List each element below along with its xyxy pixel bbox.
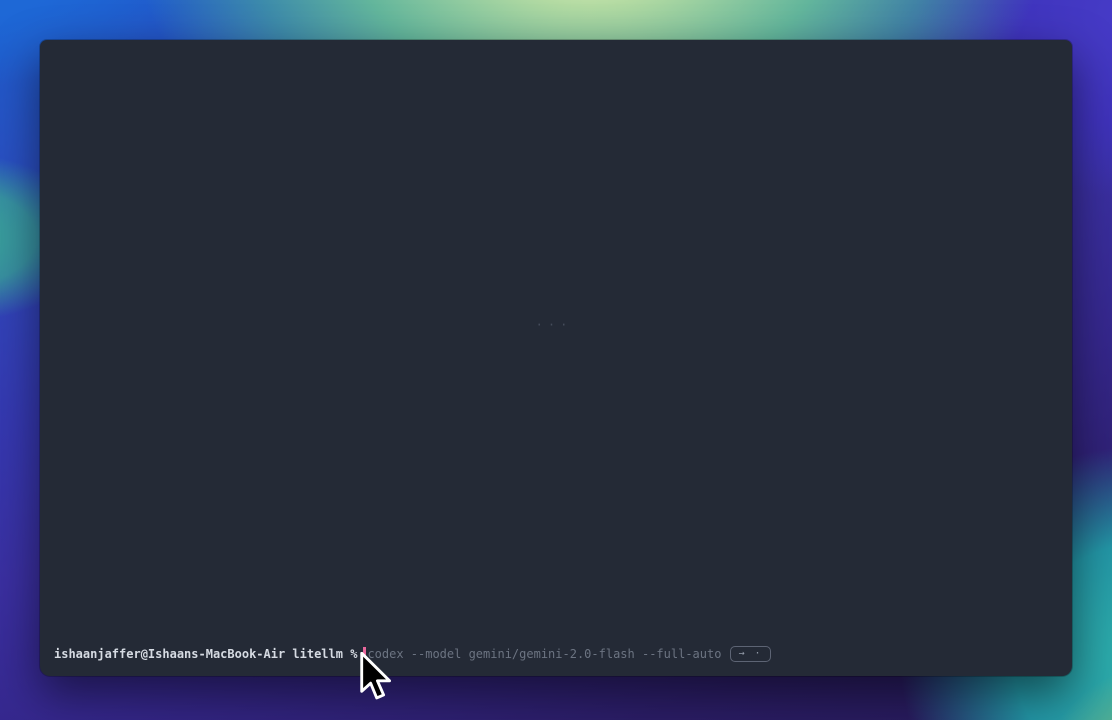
accept-suggestion-key-hint: → ·: [730, 646, 770, 662]
text-caret: [363, 647, 366, 662]
shell-prompt: ishaanjaffer@Ishaans-MacBook-Air litellm…: [54, 647, 357, 661]
terminal-prompt-line[interactable]: ishaanjaffer@Ishaans-MacBook-Air litellm…: [54, 645, 771, 663]
autosuggestion-text: codex --model gemini/gemini-2.0-flash --…: [367, 647, 721, 661]
terminal-loading-dots: ···: [526, 318, 582, 332]
desktop: ··· ishaanjaffer@Ishaans-MacBook-Air lit…: [0, 0, 1112, 720]
terminal-window[interactable]: ··· ishaanjaffer@Ishaans-MacBook-Air lit…: [40, 40, 1072, 676]
